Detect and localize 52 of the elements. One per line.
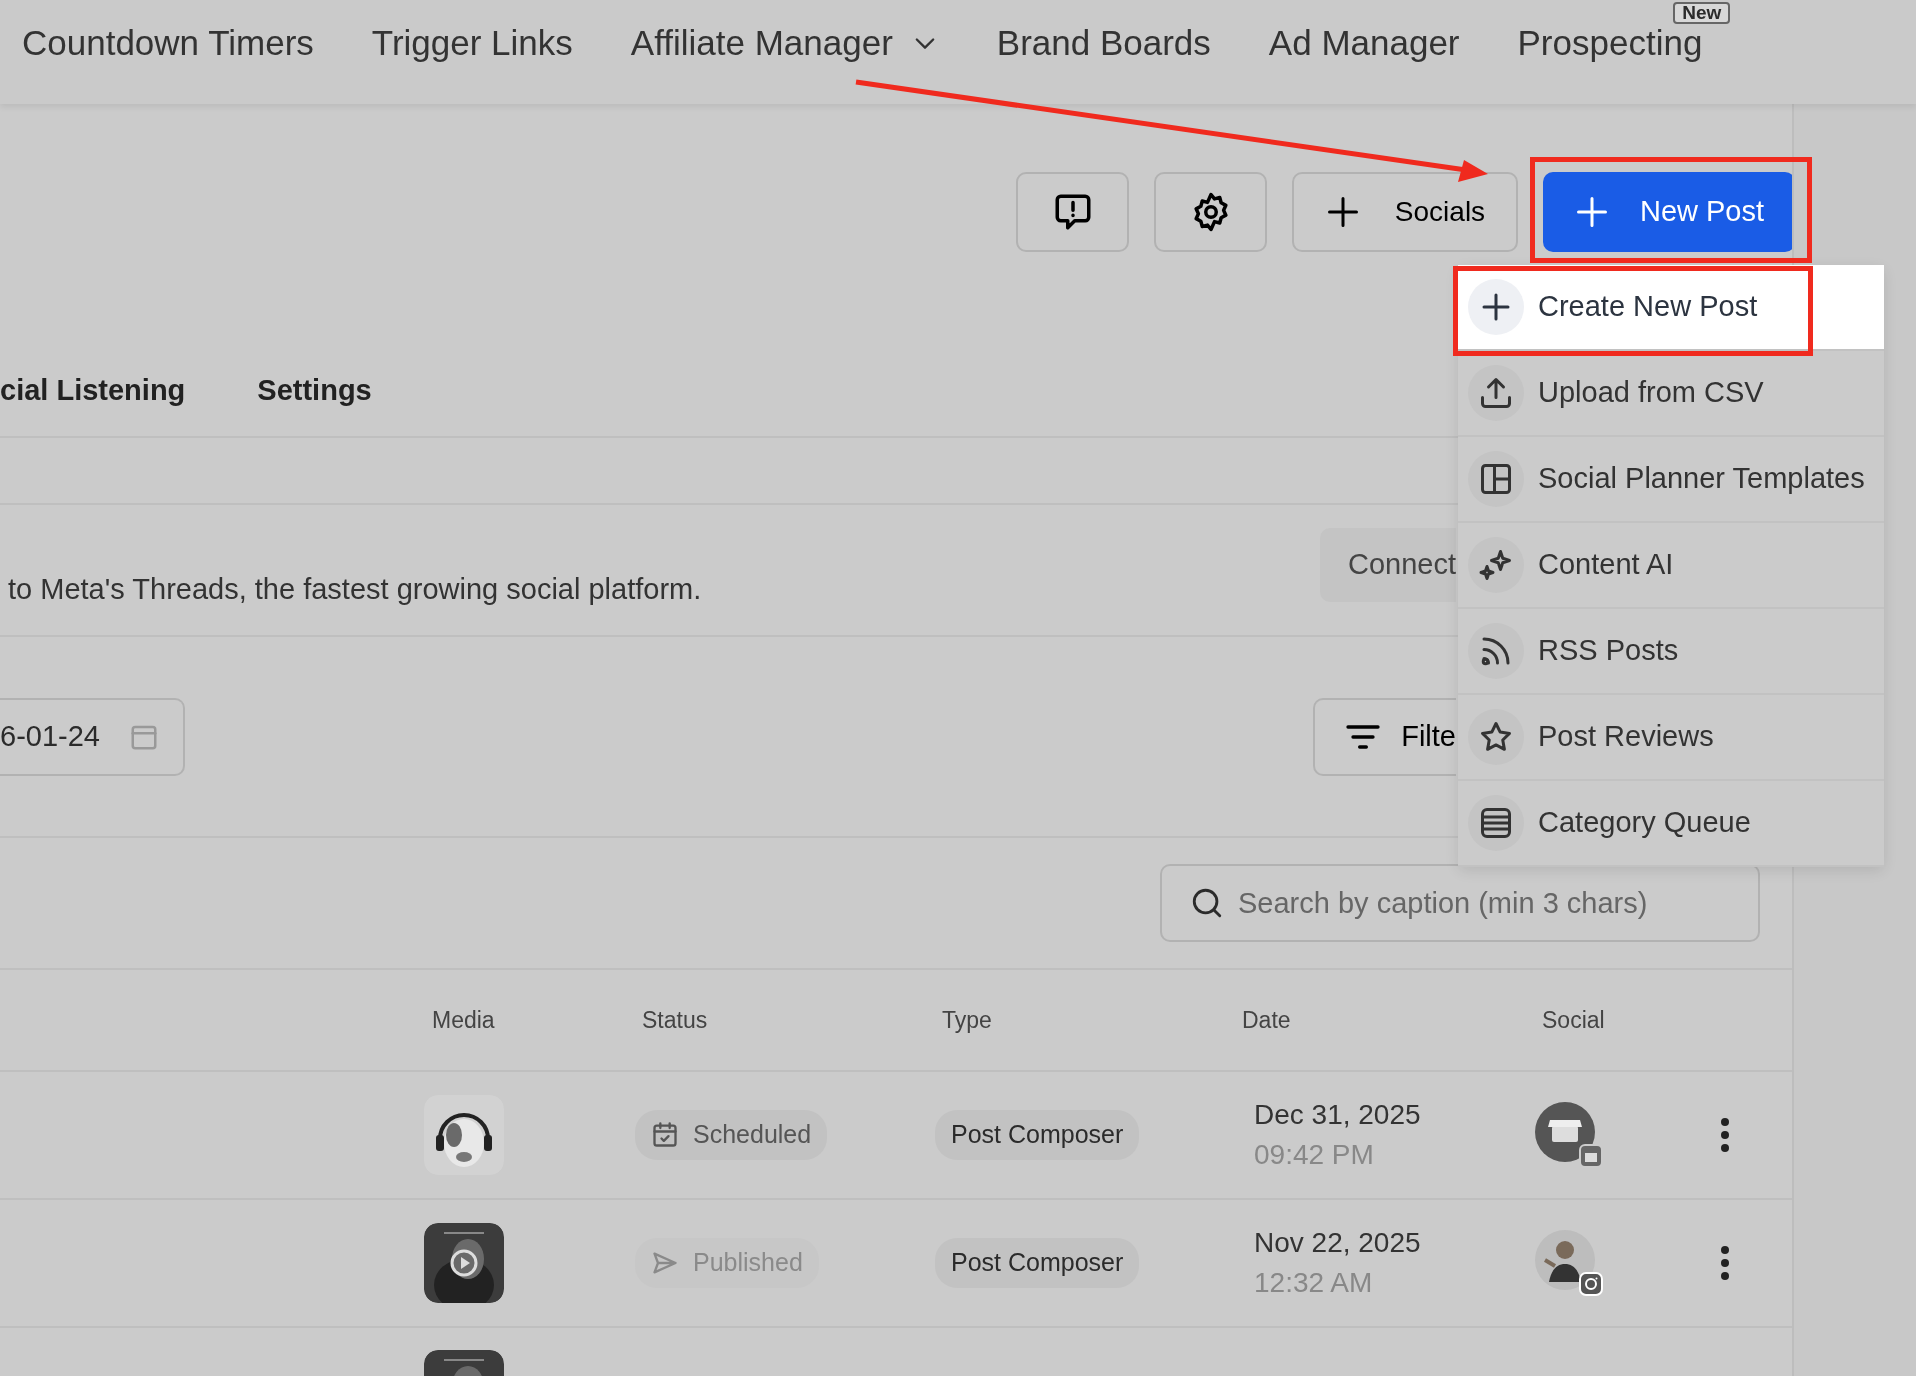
type-badge: Post Composer bbox=[935, 1110, 1140, 1160]
new-badge: New bbox=[1673, 2, 1731, 24]
time-text: 12:32 AM bbox=[1254, 1266, 1374, 1300]
template-icon bbox=[1478, 461, 1514, 497]
banner-text: to Meta's Threads, the fastest growing social platform. bbox=[8, 572, 702, 608]
list-icon bbox=[1478, 805, 1514, 841]
nav-link[interactable]: Ad Manager bbox=[1268, 22, 1460, 64]
search-field[interactable]: Search by caption (min 3 chars) bbox=[1160, 864, 1760, 942]
menu-item[interactable]: Create New Post bbox=[1458, 265, 1884, 351]
store-avatar-icon bbox=[1535, 1101, 1595, 1162]
nav-link[interactable]: Countdown Timers bbox=[22, 22, 314, 64]
tab[interactable]: Settings bbox=[257, 368, 372, 412]
column-header: Social bbox=[1542, 1006, 1605, 1033]
nav-link[interactable]: Prospecting bbox=[1517, 22, 1703, 64]
send-icon bbox=[651, 1249, 679, 1277]
more-button[interactable] bbox=[1720, 1245, 1730, 1281]
nav-link[interactable]: Brand Boards bbox=[996, 22, 1211, 64]
feedback-button[interactable] bbox=[1016, 172, 1129, 252]
date-field[interactable]: 6-01-24 bbox=[0, 697, 185, 776]
date-text: Dec 31, 2025 bbox=[1254, 1098, 1422, 1132]
upload-icon bbox=[1478, 375, 1514, 411]
nav-link[interactable]: Trigger Links bbox=[371, 22, 573, 64]
settings-button[interactable] bbox=[1154, 172, 1267, 252]
filter-button[interactable]: Filte bbox=[1313, 697, 1456, 776]
date-text: Nov 22, 2025 bbox=[1254, 1226, 1422, 1260]
date-value: 6-01-24 bbox=[0, 718, 100, 754]
type-badge: Post Composer bbox=[935, 1238, 1140, 1288]
connect-button[interactable]: Connect bbox=[1320, 528, 1456, 602]
menu-item[interactable]: Content AI bbox=[1458, 523, 1884, 609]
store-badge-icon bbox=[1579, 1143, 1603, 1168]
menu-item[interactable]: Upload from CSV bbox=[1458, 351, 1884, 437]
more-button[interactable] bbox=[1720, 1117, 1730, 1153]
kebab-icon bbox=[1720, 1245, 1730, 1281]
menu-item[interactable]: RSS Posts bbox=[1458, 609, 1884, 695]
tab[interactable]: cial Listening bbox=[0, 368, 186, 412]
kebab-icon bbox=[1720, 1117, 1730, 1153]
column-header: Media bbox=[432, 1006, 495, 1033]
menu-item[interactable]: Social Planner Templates bbox=[1458, 437, 1884, 523]
nav-link[interactable]: Affiliate Manager bbox=[630, 22, 939, 64]
sparkles-icon bbox=[1478, 547, 1514, 583]
instagram-icon bbox=[1579, 1271, 1603, 1296]
calendar-check-icon bbox=[651, 1121, 679, 1149]
status-badge: Published bbox=[635, 1238, 819, 1288]
menu-item[interactable]: Category Queue bbox=[1458, 781, 1884, 867]
new-post-button[interactable]: New Post bbox=[1543, 172, 1792, 252]
socials-button[interactable]: Socials bbox=[1292, 172, 1518, 252]
column-header: Status bbox=[642, 1006, 708, 1033]
status-badge: Scheduled bbox=[635, 1110, 828, 1160]
column-header: Type bbox=[942, 1006, 992, 1033]
menu-item[interactable]: Post Reviews bbox=[1458, 695, 1884, 781]
column-header: Date bbox=[1242, 1006, 1291, 1033]
time-text: 09:42 PM bbox=[1254, 1138, 1375, 1172]
